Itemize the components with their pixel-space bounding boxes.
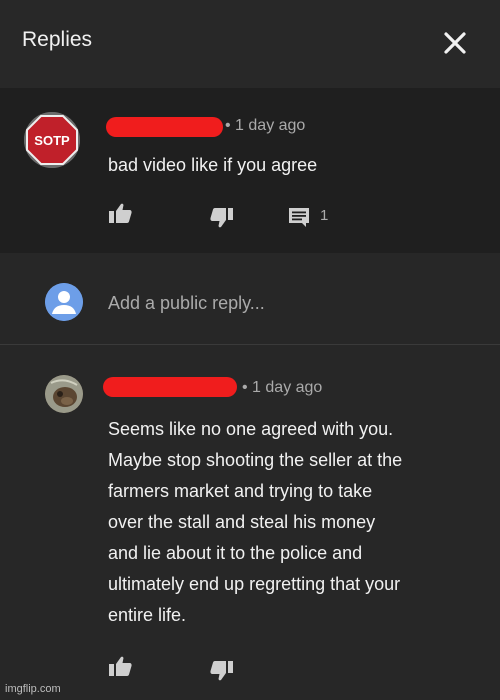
thumbs-up-icon [109, 656, 132, 676]
reply-text-line: entire life. [108, 605, 187, 625]
reply-count: 1 [320, 207, 329, 224]
current-user-avatar [45, 283, 83, 321]
comment-icon [289, 208, 309, 227]
redacted-username [103, 377, 237, 397]
reply-like-button[interactable] [108, 655, 134, 677]
parent-comment: SOTP • 1 day ago bad video like if you a… [0, 88, 500, 253]
reply-timestamp: • 1 day ago [242, 379, 323, 396]
avatar-text: SOTP [34, 133, 70, 148]
replies-button[interactable] [287, 206, 311, 228]
user-avatar-icon [45, 283, 83, 321]
like-button[interactable] [108, 202, 134, 224]
reply-dislike-button[interactable] [208, 660, 234, 682]
reply-author-avatar[interactable] [45, 375, 83, 413]
thumbs-up-icon [109, 203, 132, 223]
add-reply-input[interactable]: Add a public reply... [108, 293, 265, 314]
redacted-username [106, 117, 223, 137]
stop-sign-icon: SOTP [24, 112, 80, 168]
reply-text-line: farmers market and trying to take [108, 481, 373, 501]
reply-text-line: Seems like no one agreed with you. [108, 419, 394, 439]
profile-photo-icon [45, 375, 83, 413]
dislike-button[interactable] [208, 207, 234, 229]
reply-text-line: and lie about it to the police and [108, 543, 363, 563]
stop-sign-avatar[interactable]: SOTP [24, 112, 80, 168]
comment-timestamp: • 1 day ago [225, 117, 306, 134]
close-button[interactable] [438, 26, 472, 60]
comment-text: bad video like if you agree [108, 155, 318, 175]
thumbs-down-icon [210, 661, 233, 681]
close-icon [444, 32, 466, 54]
reply-text-line: over the stall and steal his money [108, 512, 376, 532]
reply-text-line: ultimately end up regretting that your [108, 574, 401, 594]
thumbs-down-icon [210, 208, 233, 228]
replies-header: Replies [0, 0, 500, 88]
reply-text-line: Maybe stop shooting the seller at the [108, 450, 403, 470]
reply-text: Seems like no one agreed with you. Maybe… [108, 414, 402, 631]
watermark: imgflip.com [5, 683, 61, 695]
add-reply-row: Add a public reply... [0, 253, 500, 345]
page-title: Replies [22, 28, 93, 51]
